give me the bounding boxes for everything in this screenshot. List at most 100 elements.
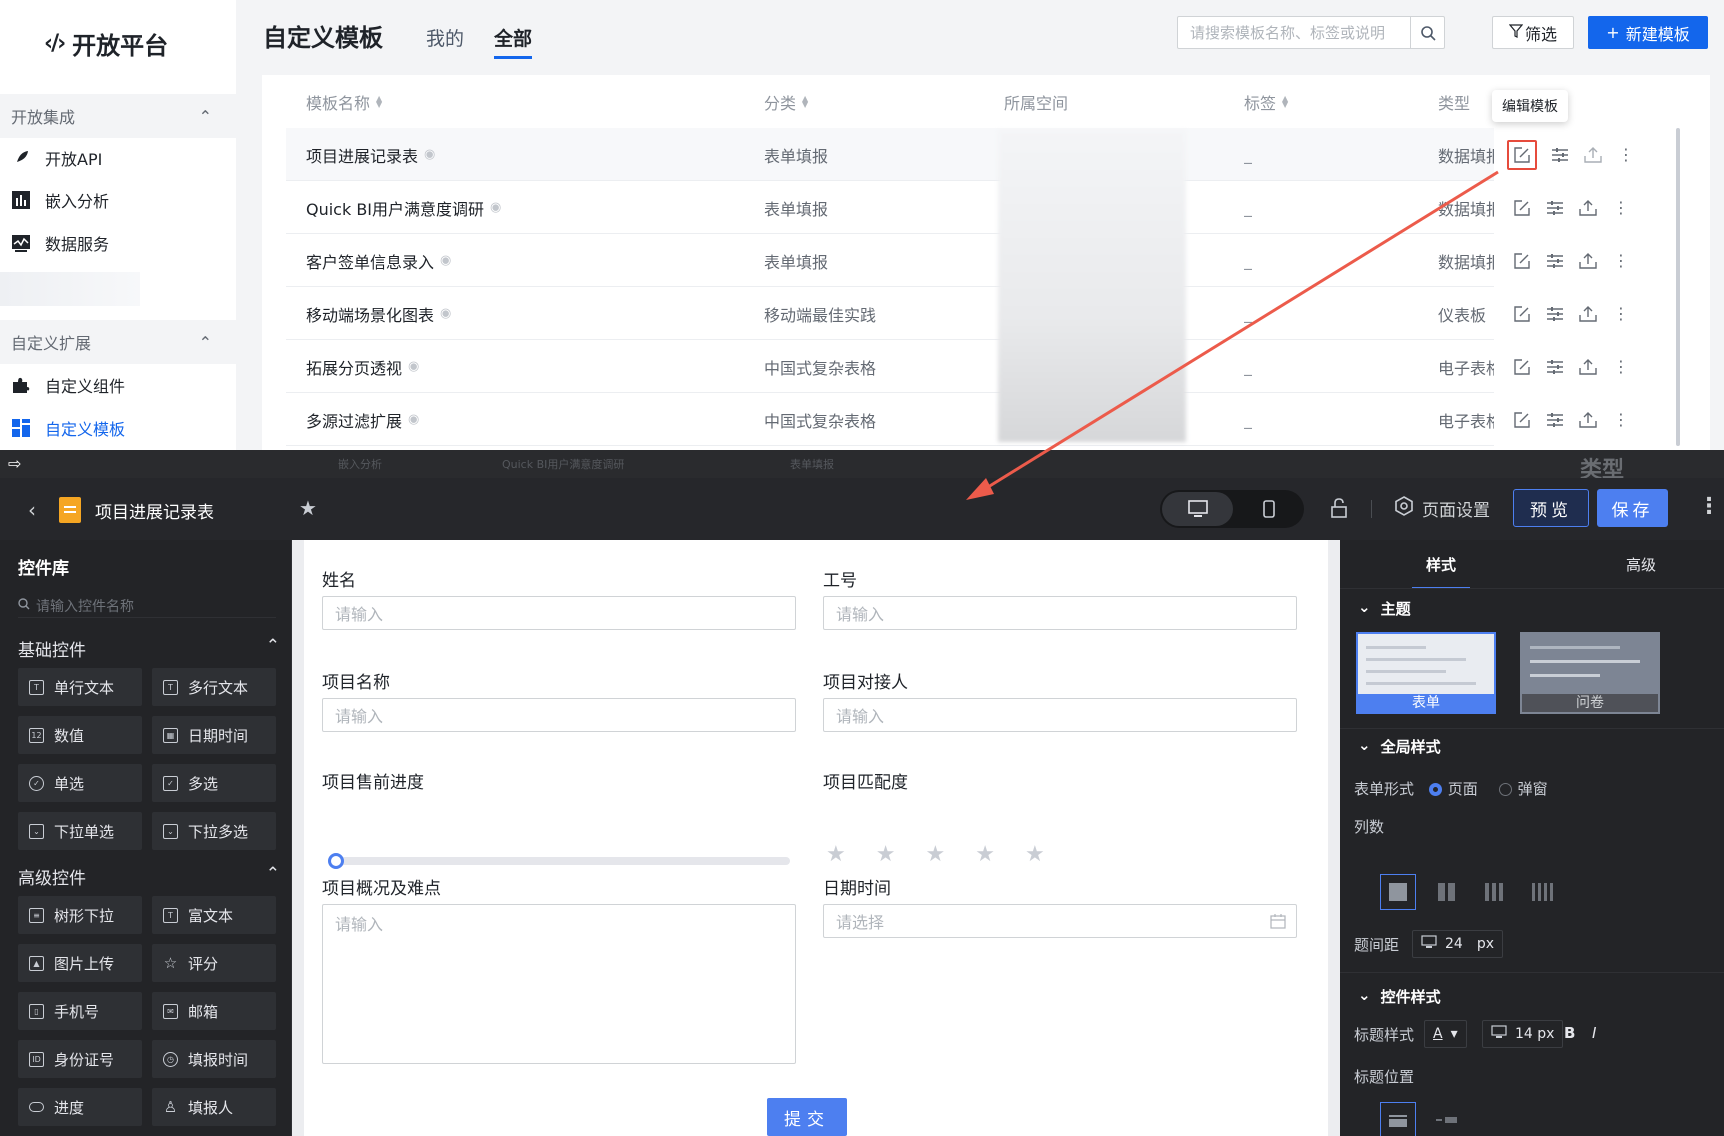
bold-icon[interactable]: B (1564, 1024, 1575, 1042)
sidebar-item-open-api[interactable]: 开放API (11, 143, 102, 173)
sliders-icon[interactable] (1545, 198, 1565, 218)
column-header-name[interactable]: 模板名称 ▲ ▼ (306, 90, 382, 114)
submit-button[interactable]: 提交 (767, 1098, 847, 1136)
columns-2-option[interactable] (1428, 874, 1464, 910)
employee-id-input[interactable]: 请输入 (823, 596, 1297, 630)
section-custom-extension[interactable]: 自定义扩展 ⌃ (0, 320, 236, 364)
control-item[interactable]: T 单行文本 (18, 668, 142, 706)
edit-icon[interactable] (1512, 357, 1532, 377)
sliders-icon[interactable] (1545, 251, 1565, 271)
sidebar-item-custom-template[interactable]: 自定义模板 (11, 413, 125, 443)
unlock-icon[interactable] (1330, 498, 1348, 522)
edit-icon[interactable] (1512, 251, 1532, 271)
progress-slider[interactable] (328, 857, 790, 865)
template-name[interactable]: 项目进展记录表 ◉ (306, 128, 435, 181)
control-item[interactable]: ▲ 图片上传 (18, 944, 142, 982)
sidebar-item-custom-component[interactable]: 自定义组件 (11, 370, 125, 400)
theme-survey[interactable]: 问卷 (1520, 632, 1660, 714)
tab-style[interactable]: 样式 (1411, 554, 1471, 589)
star-icon[interactable]: ★ (1025, 842, 1045, 867)
more-icon[interactable]: ⋮ (1611, 410, 1631, 430)
control-item[interactable]: ID 身份证号 (18, 1040, 142, 1078)
control-item[interactable]: ▦ 日期时间 (152, 716, 276, 754)
desktop-icon[interactable] (1162, 492, 1233, 526)
eye-icon[interactable]: ◉ (408, 412, 419, 427)
export-icon[interactable] (1578, 251, 1598, 271)
columns-1-option[interactable] (1380, 874, 1416, 910)
theme-section-header[interactable]: ⌄ 主题 (1358, 598, 1411, 619)
title-position-left-option[interactable] (1428, 1102, 1464, 1136)
columns-4-option[interactable] (1524, 874, 1560, 910)
control-item[interactable]: 12 数值 (18, 716, 142, 754)
table-scrollbar[interactable] (1676, 128, 1680, 446)
star-icon[interactable]: ★ (975, 842, 995, 867)
star-icon[interactable]: ★ (876, 842, 896, 867)
project-contact-input[interactable]: 请输入 (823, 698, 1297, 732)
columns-3-option[interactable] (1476, 874, 1512, 910)
font-color-picker[interactable]: A ▾ (1424, 1020, 1467, 1048)
tab-advanced[interactable]: 高级 (1626, 554, 1656, 575)
sort-icon[interactable]: ▲ ▼ (376, 95, 382, 109)
edit-icon[interactable] (1512, 304, 1532, 324)
table-row[interactable]: Quick BI用户满意度调研 ◉ 表单填报 _ 数据填报 (286, 181, 1676, 234)
control-search[interactable]: 请输入控件名称 (18, 597, 276, 618)
new-template-button[interactable]: + 新建模板 (1588, 16, 1708, 49)
sliders-icon[interactable] (1550, 145, 1570, 165)
control-item[interactable]: ⌄ 下拉单选 (18, 812, 142, 850)
name-input[interactable]: 请输入 (322, 596, 796, 630)
star-icon[interactable]: ★ (925, 842, 945, 867)
sort-icon[interactable]: ▲ ▼ (802, 95, 808, 109)
date-picker[interactable]: 请选择 (823, 904, 1297, 938)
star-icon[interactable]: ★ (299, 496, 317, 520)
font-size-input[interactable]: 14 px (1482, 1020, 1564, 1048)
more-icon[interactable]: ⋮ (1611, 304, 1631, 324)
eye-icon[interactable]: ◉ (424, 147, 435, 162)
more-icon[interactable]: ⋮ (1611, 198, 1631, 218)
italic-icon[interactable]: I (1592, 1024, 1596, 1042)
save-button[interactable]: 保存 (1597, 489, 1668, 527)
template-name[interactable]: 多源过滤扩展 ◉ (306, 393, 419, 446)
spacing-input[interactable]: 24 px (1412, 930, 1503, 958)
eye-icon[interactable]: ◉ (440, 253, 451, 268)
control-item[interactable]: ✉ 邮箱 (152, 992, 276, 1030)
control-item[interactable]: T 多行文本 (152, 668, 276, 706)
progress-slider-handle[interactable] (328, 853, 344, 869)
table-row[interactable]: 移动端场景化图表 ◉ 移动端最佳实践 _ 仪表板 (286, 287, 1676, 340)
more-icon[interactable]: ⋮ (1698, 494, 1720, 519)
control-item[interactable]: ≡ 树形下拉 (18, 896, 142, 934)
template-name[interactable]: Quick BI用户满意度调研 ◉ (306, 181, 501, 234)
mode-popup-option[interactable]: 弹窗 (1498, 780, 1548, 798)
overview-textarea[interactable]: 请输入 (322, 904, 796, 1064)
control-item[interactable]: ☆ 评分 (152, 944, 276, 982)
control-item[interactable]: ▯ 手机号 (18, 992, 142, 1030)
control-item[interactable]: ✓ 多选 (152, 764, 276, 802)
advanced-controls-header[interactable]: 高级控件 ⌃ (18, 864, 280, 889)
search-input[interactable] (1178, 17, 1410, 48)
export-icon[interactable] (1578, 410, 1598, 430)
table-row[interactable]: 多源过滤扩展 ◉ 中国式复杂表格 _ 电子表格 (286, 393, 1676, 446)
export-icon[interactable] (1578, 304, 1598, 324)
filter-button[interactable]: 筛选 (1492, 16, 1574, 49)
mode-page-option[interactable]: 页面 (1428, 780, 1478, 798)
more-icon[interactable]: ⋮ (1611, 357, 1631, 377)
column-header-tag[interactable]: 标签 ▲ ▼ (1244, 90, 1288, 114)
eye-icon[interactable]: ◉ (440, 306, 451, 321)
sliders-icon[interactable] (1545, 410, 1565, 430)
more-icon[interactable]: ⋮ (1611, 251, 1631, 271)
table-row[interactable]: 拓展分页透视 ◉ 中国式复杂表格 _ 电子表格 (286, 340, 1676, 393)
export-icon[interactable] (1583, 145, 1603, 165)
project-name-input[interactable]: 请输入 (322, 698, 796, 732)
control-item[interactable]: ⌄ 下拉多选 (152, 812, 276, 850)
title-position-top-option[interactable] (1380, 1102, 1416, 1136)
control-item[interactable]: ◷ 填报时间 (152, 1040, 276, 1078)
tab-all[interactable]: 全部 (494, 24, 533, 59)
table-row[interactable]: 项目进展记录表 ◉ 表单填报 _ 数据填报 (286, 128, 1676, 181)
more-icon[interactable]: ⋮ (1616, 145, 1636, 165)
mobile-icon[interactable] (1233, 492, 1304, 526)
export-icon[interactable] (1578, 198, 1598, 218)
sidebar-item-data-service[interactable]: 数据服务 (11, 228, 109, 258)
sort-icon[interactable]: ▲ ▼ (1282, 95, 1288, 109)
template-name[interactable]: 移动端场景化图表 ◉ (306, 287, 451, 340)
edit-icon[interactable] (1512, 198, 1532, 218)
section-open-integration[interactable]: 开放集成 ⌃ (0, 94, 236, 138)
